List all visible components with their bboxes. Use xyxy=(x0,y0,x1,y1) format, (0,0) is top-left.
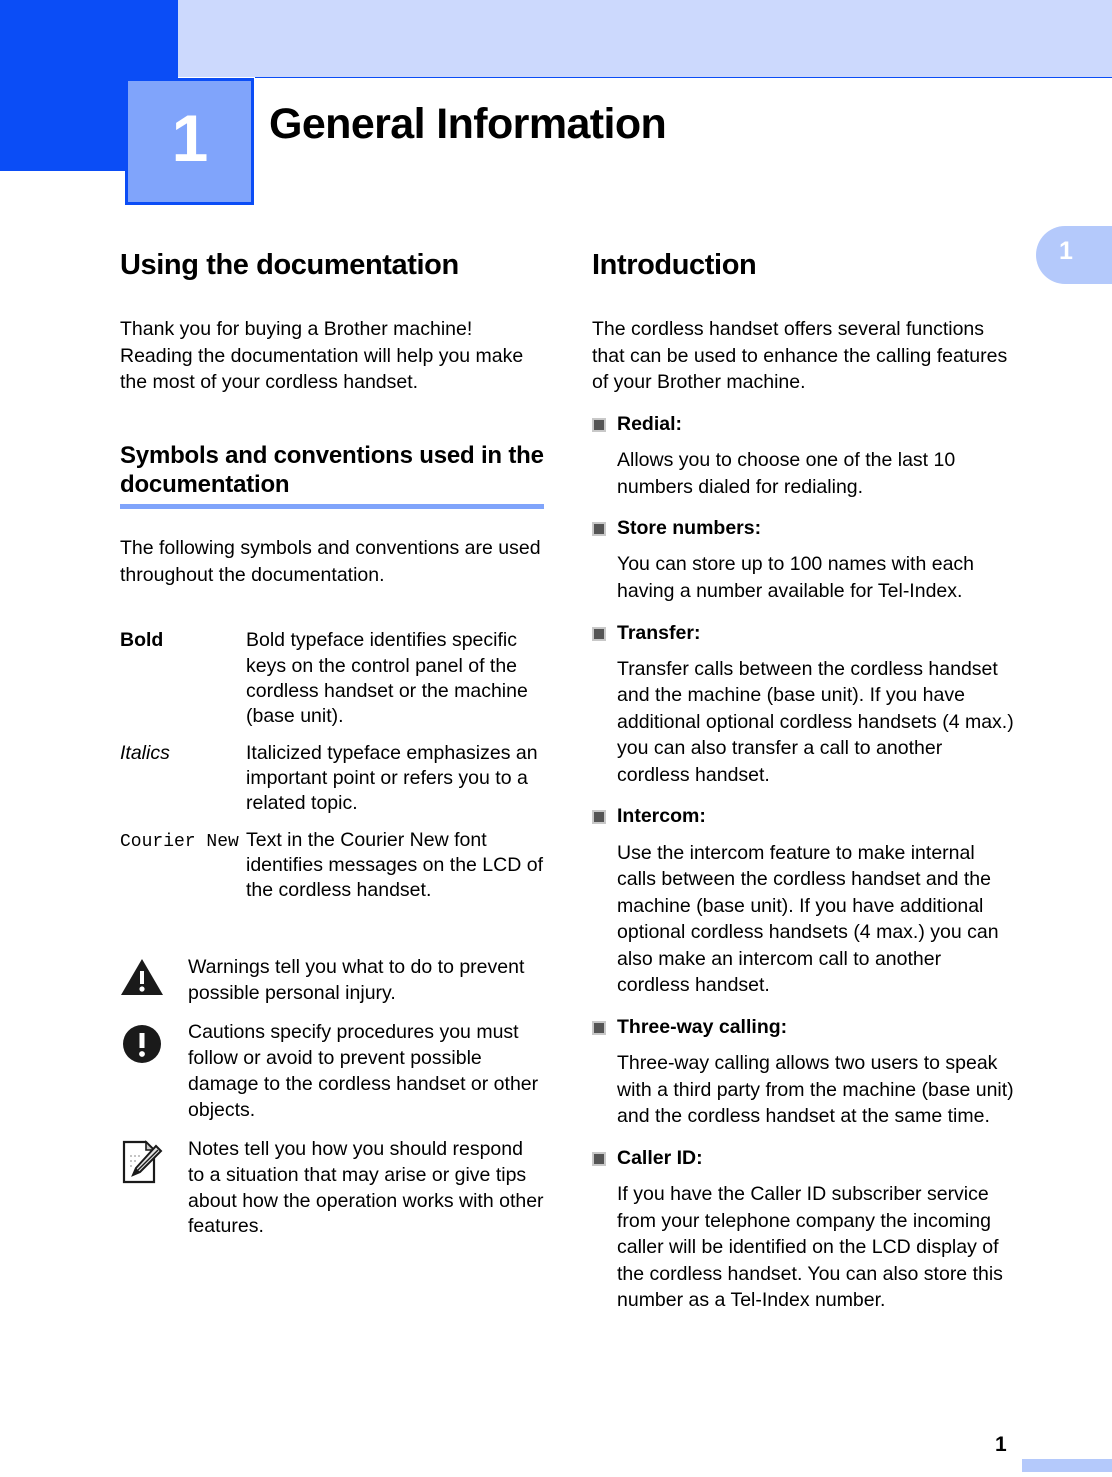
feature-heading-intercom: Intercom: xyxy=(592,804,1016,829)
document-page: 1 General Information 1 Using the docume… xyxy=(0,0,1112,1477)
square-bullet-icon xyxy=(592,626,606,641)
paragraph-introduction-intro: The cordless handset offers several func… xyxy=(592,318,1008,394)
square-bullet-icon xyxy=(592,522,606,537)
footer-accent-bar xyxy=(1022,1459,1112,1472)
conventions-table: Bold Bold typeface identifies specific k… xyxy=(120,628,544,914)
header-rule xyxy=(255,77,1112,78)
warning-triangle-icon xyxy=(120,955,166,1002)
symbol-text-caution: Cautions specify procedures you must fol… xyxy=(188,1021,539,1121)
table-row: Courier New Text in the Courier New font… xyxy=(120,828,544,915)
table-row: Italics Italicized typeface emphasizes a… xyxy=(120,741,544,828)
symbol-row-note: Notes tell you how you should respond to… xyxy=(120,1137,544,1240)
convention-description: Bold typeface identifies specific keys o… xyxy=(246,629,528,728)
square-bullet-icon xyxy=(592,810,606,825)
symbol-row-caution: Cautions specify procedures you must fol… xyxy=(120,1020,544,1123)
feature-body: Use the intercom feature to make interna… xyxy=(617,841,999,997)
convention-term: Courier New xyxy=(120,831,239,852)
feature-body: Allows you to choose one of the last 10 … xyxy=(617,449,956,498)
symbol-text-warning: Warnings tell you what to do to prevent … xyxy=(188,955,525,1004)
paragraph-subintro: The following symbols and conventions ar… xyxy=(120,537,541,586)
chapter-thumb-tab: 1 xyxy=(1036,226,1112,284)
convention-description: Text in the Courier New font identifies … xyxy=(246,828,543,902)
feature-label: Redial: xyxy=(617,412,683,435)
feature-heading-three-way-calling: Three-way calling: xyxy=(592,1015,1016,1040)
feature-label: Caller ID: xyxy=(617,1146,703,1169)
feature-body: Three-way calling allows two users to sp… xyxy=(617,1052,1014,1128)
symbol-text-note: Notes tell you how you should respond to… xyxy=(188,1138,544,1238)
chapter-thumb-tab-number: 1 xyxy=(1059,237,1073,265)
feature-body: Transfer calls between the cordless hand… xyxy=(617,657,1014,786)
header-light-band xyxy=(178,0,1112,77)
left-column: Using the documentation Thank you for bu… xyxy=(120,248,544,1254)
caution-circle-icon xyxy=(120,1020,166,1071)
square-bullet-icon xyxy=(592,417,606,432)
convention-term: Italics xyxy=(120,741,170,764)
chapter-number: 1 xyxy=(171,101,209,175)
square-bullet-icon xyxy=(592,1020,606,1035)
section-heading-using-the-documentation: Using the documentation xyxy=(120,249,459,281)
right-column: Introduction The cordless handset offers… xyxy=(592,248,1016,1314)
chapter-number-box: 1 xyxy=(125,78,254,205)
symbol-row-warning: Warnings tell you what to do to prevent … xyxy=(120,955,544,1006)
feature-label: Store numbers: xyxy=(617,517,762,540)
page-title: General Information xyxy=(269,100,667,148)
feature-label: Transfer: xyxy=(617,621,701,644)
feature-label: Three-way calling: xyxy=(617,1015,788,1038)
section-heading-symbols-and-conventions: Symbols and conventions used in the docu… xyxy=(120,441,544,498)
section-heading-introduction: Introduction xyxy=(592,249,757,281)
square-bullet-icon xyxy=(592,1151,606,1166)
convention-term: Bold xyxy=(120,629,164,652)
feature-heading-store-numbers: Store numbers: xyxy=(592,516,1016,541)
footer-page-number: 1 xyxy=(995,1433,1007,1456)
feature-heading-redial: Redial: xyxy=(592,412,1016,437)
feature-body: You can store up to 100 names with each … xyxy=(617,553,975,602)
feature-body: If you have the Caller ID subscriber ser… xyxy=(617,1183,1003,1312)
table-row: Bold Bold typeface identifies specific k… xyxy=(120,628,544,740)
feature-heading-transfer: Transfer: xyxy=(592,621,1016,646)
note-pencil-icon xyxy=(120,1137,166,1190)
convention-description: Italicized typeface emphasizes an import… xyxy=(246,741,538,815)
paragraph-intro: Thank you for buying a Brother machine! … xyxy=(120,318,524,394)
feature-label: Intercom: xyxy=(617,805,706,828)
feature-heading-caller-id: Caller ID: xyxy=(592,1146,1016,1171)
